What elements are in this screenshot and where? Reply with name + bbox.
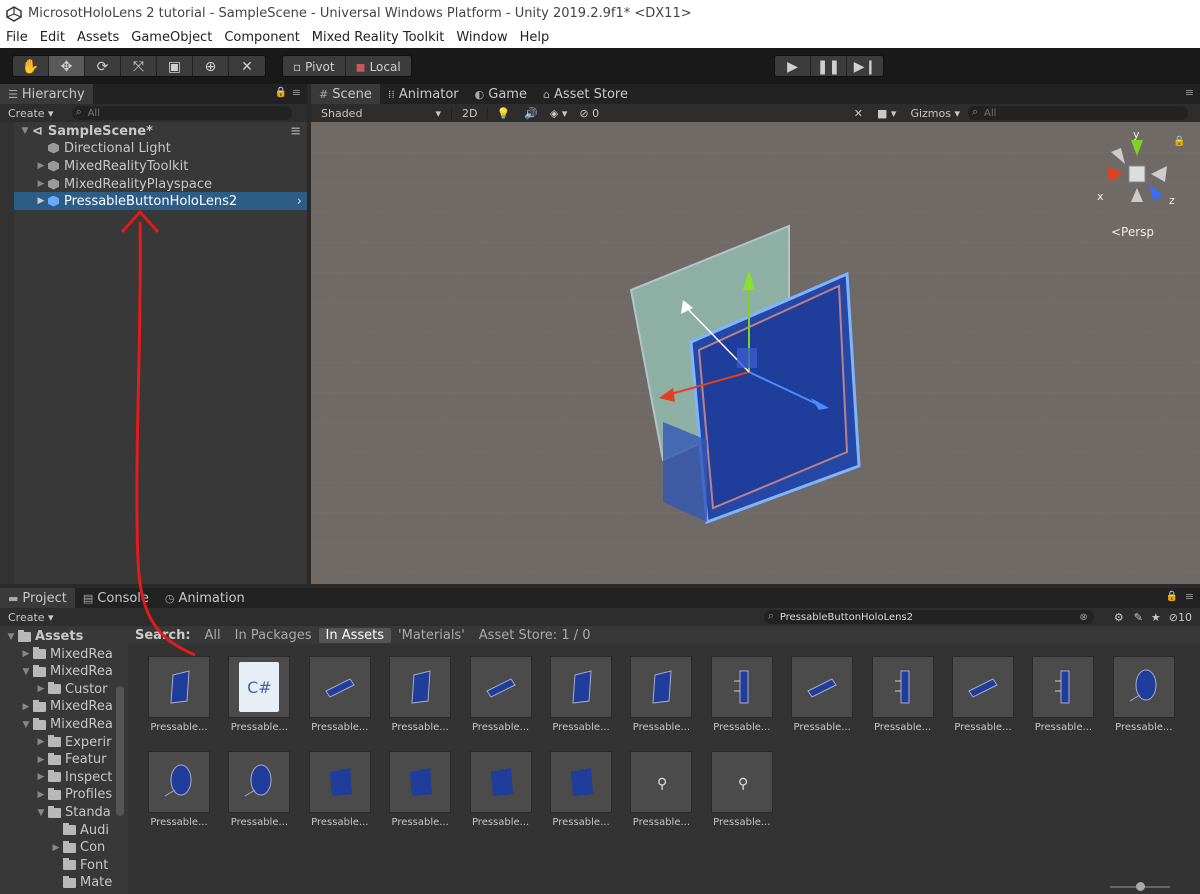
red-arrow-line (135, 221, 196, 657)
annotation-overlay (120, 209, 196, 657)
